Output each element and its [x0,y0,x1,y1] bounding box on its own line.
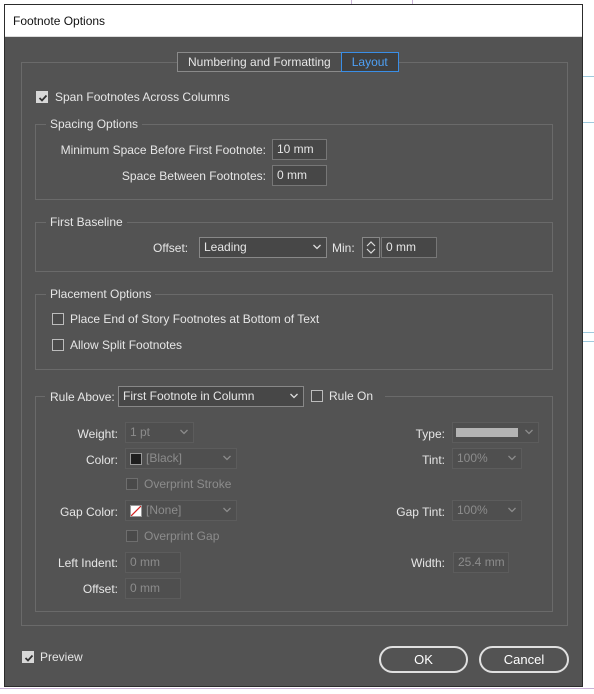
type-label: Type: [415,427,445,441]
tint-select-value: 100% [457,451,488,465]
cancel-button[interactable]: Cancel [479,646,569,673]
tab-bar: Numbering and Formatting Layout [177,52,399,72]
chevron-down-icon [313,244,321,250]
color-select[interactable]: [Black] [125,448,237,469]
title-bar[interactable]: Footnote Options [5,5,582,37]
rule-above-select-value: First Footnote in Column [123,389,255,403]
none-swatch-icon [130,505,142,517]
guide-line [583,332,594,333]
preview-label: Preview [40,650,83,664]
weight-select-value: 1 pt [130,425,151,439]
ok-button[interactable]: OK [379,646,468,673]
span-footnotes-label: Span Footnotes Across Columns [55,90,230,104]
gap-tint-select-value: 100% [457,503,488,517]
type-select[interactable] [452,422,539,443]
offset-select-value: Leading [204,240,247,254]
min-stepper[interactable] [362,237,380,258]
gap-tint-label: Gap Tint: [396,505,445,519]
allow-split-checkbox[interactable] [52,339,64,351]
placement-options-group: Placement Options [35,287,553,370]
offset-label: Offset: [153,241,189,255]
rule-on-checkbox[interactable] [311,390,323,402]
tint-select[interactable]: 100% [452,448,522,469]
gap-color-select-value: [None] [146,503,182,517]
end-of-story-label: Place End of Story Footnotes at Bottom o… [70,312,320,326]
tint-label: Tint: [422,453,445,467]
width-field[interactable]: 25.4 mm [453,552,509,573]
color-select-value: [Black] [146,451,183,465]
black-swatch-icon [130,453,142,465]
min-field[interactable]: 0 mm [381,237,437,258]
chevron-down-icon [223,507,231,513]
overprint-gap-checkbox[interactable] [126,530,138,542]
window-title: Footnote Options [13,14,106,28]
left-indent-label: Left Indent: [57,556,118,570]
guide-line [583,76,594,77]
overprint-stroke-checkbox[interactable] [126,478,138,490]
span-footnotes-checkbox[interactable] [36,91,48,103]
gap-color-select[interactable]: [None] [125,500,237,521]
end-of-story-checkbox[interactable] [52,313,64,325]
space-between-field[interactable]: 0 mm [272,165,327,186]
width-label: Width: [410,556,445,570]
rule-offset-field[interactable]: 0 mm [125,578,181,599]
tab-layout[interactable]: Layout [340,52,399,72]
spacing-options-group: Spacing Options [35,117,553,200]
rule-above-label: Rule Above: [50,390,115,404]
chevron-down-icon [508,507,516,513]
overprint-gap-label: Overprint Gap [144,529,220,543]
chevron-down-icon [525,429,533,435]
color-label: Color: [85,453,118,467]
stroke-type-preview [456,428,518,437]
checkmark-icon [38,94,48,102]
footnote-options-dialog: Footnote Options Numbering and Formattin… [4,4,583,687]
rule-offset-label: Offset: [82,582,118,596]
allow-split-label: Allow Split Footnotes [70,338,183,352]
weight-select[interactable]: 1 pt [125,422,194,443]
chevron-down-icon [290,393,298,399]
first-baseline-legend: First Baseline [46,215,127,229]
placement-options-legend: Placement Options [46,287,156,301]
overprint-stroke-label: Overprint Stroke [144,477,232,491]
gap-color-label: Gap Color: [59,505,118,519]
tab-numbering-and-formatting[interactable]: Numbering and Formatting [177,52,342,72]
preview-checkbox[interactable] [22,651,34,663]
space-between-label: Space Between Footnotes: [121,169,266,183]
chevron-down-icon [508,455,516,461]
rule-above-select[interactable]: First Footnote in Column [118,386,304,407]
spacing-options-legend: Spacing Options [46,117,143,131]
min-space-label: Minimum Space Before First Footnote: [60,143,266,157]
gap-tint-select[interactable]: 100% [452,500,522,521]
guide-line [583,341,594,342]
min-label: Min: [332,241,355,255]
offset-select[interactable]: Leading [199,237,327,258]
weight-label: Weight: [77,427,118,441]
stepper-arrows-icon [366,241,376,254]
rule-on-label: Rule On [329,389,374,403]
min-space-field[interactable]: 10 mm [272,139,327,160]
guide-line [0,688,594,689]
checkmark-icon [24,654,34,662]
guide-line [583,122,594,123]
chevron-down-icon [223,455,231,461]
left-indent-field[interactable]: 0 mm [125,552,181,573]
chevron-down-icon [180,429,188,435]
